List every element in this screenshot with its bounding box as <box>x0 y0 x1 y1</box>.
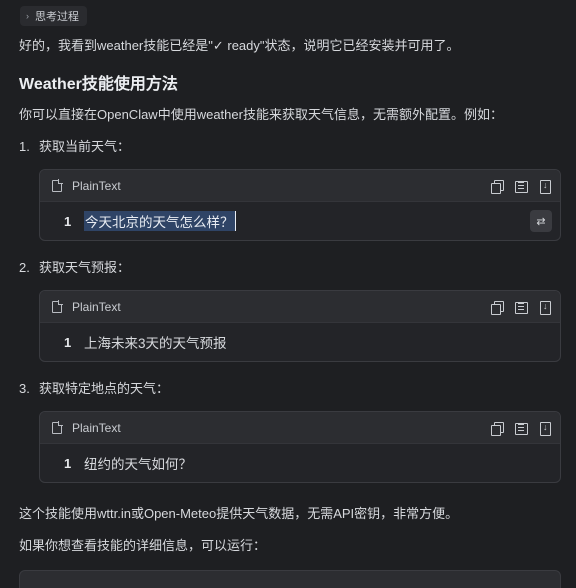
line-number: 1 <box>64 334 72 350</box>
code-language: PlainText <box>72 178 121 193</box>
line-number: 1 <box>64 455 72 471</box>
code-actions <box>490 300 552 315</box>
intro-text: 好的，我看到weather技能已经是"✓ ready"状态，说明它已经安装并可用… <box>19 38 460 53</box>
copy-icon[interactable] <box>490 421 504 436</box>
list-title: 获取特定地点的天气： <box>39 381 170 396</box>
file-icon <box>52 299 63 313</box>
download-icon[interactable] <box>538 300 552 315</box>
list-item: 3. 获取特定地点的天气： <box>19 379 169 399</box>
thinking-process-toggle[interactable]: › 思考过程 <box>20 6 87 26</box>
download-icon[interactable] <box>538 421 552 436</box>
list-title: 获取天气预报： <box>39 260 131 275</box>
insert-icon[interactable] <box>514 179 528 193</box>
code-body: 1 纽约的天气如何？ <box>40 444 560 482</box>
copy-icon[interactable] <box>490 300 504 315</box>
file-icon <box>52 178 63 192</box>
code-line[interactable]: 纽约的天气如何？ <box>84 453 192 473</box>
line-number: 1 <box>64 213 72 229</box>
code-actions <box>490 421 552 436</box>
code-language: PlainText <box>72 420 121 435</box>
insert-icon[interactable] <box>514 300 528 314</box>
code-language: PlainText <box>72 299 121 314</box>
list-number: 3. <box>19 381 30 396</box>
code-line[interactable]: 今天北京的天气怎么样？ <box>84 211 236 231</box>
insert-icon[interactable] <box>514 421 528 435</box>
section-heading: Weather技能使用方法 <box>19 76 178 93</box>
lead-text: 你可以直接在OpenClaw中使用weather技能来获取天气信息，无需额外配置… <box>19 107 503 122</box>
code-body: 1 上海未来3天的天气预报 <box>40 323 560 361</box>
download-icon[interactable] <box>538 179 552 194</box>
inline-action-button[interactable]: ⇄ <box>530 210 552 232</box>
list-title: 获取当前天气： <box>39 139 131 154</box>
chevron-right-icon: › <box>26 11 29 21</box>
code-actions <box>490 179 552 194</box>
thinking-process-label: 思考过程 <box>35 11 79 23</box>
code-header: PlainText <box>40 412 560 444</box>
code-header: PlainText <box>40 170 560 202</box>
more-text: 如果你想查看技能的详细信息，可以运行： <box>19 538 267 553</box>
code-header: PlainText <box>40 291 560 323</box>
copy-icon[interactable] <box>490 179 504 194</box>
code-block-partial <box>19 570 561 588</box>
code-line[interactable]: 上海未来3天的天气预报 <box>84 332 227 352</box>
file-icon <box>52 420 63 434</box>
list-number: 2. <box>19 260 30 275</box>
list-number: 1. <box>19 139 30 154</box>
code-body: 1 今天北京的天气怎么样？ ⇄ <box>40 202 560 240</box>
list-item: 1. 获取当前天气： <box>19 137 130 157</box>
list-item: 2. 获取天气预报： <box>19 258 130 278</box>
note-text: 这个技能使用wttr.in或Open-Meteo提供天气数据，无需API密钥，非… <box>19 506 459 521</box>
code-block: PlainText 1 上海未来3天的天气预报 <box>39 290 561 362</box>
code-block: PlainText 1 今天北京的天气怎么样？ ⇄ <box>39 169 561 241</box>
code-block: PlainText 1 纽约的天气如何？ <box>39 411 561 483</box>
